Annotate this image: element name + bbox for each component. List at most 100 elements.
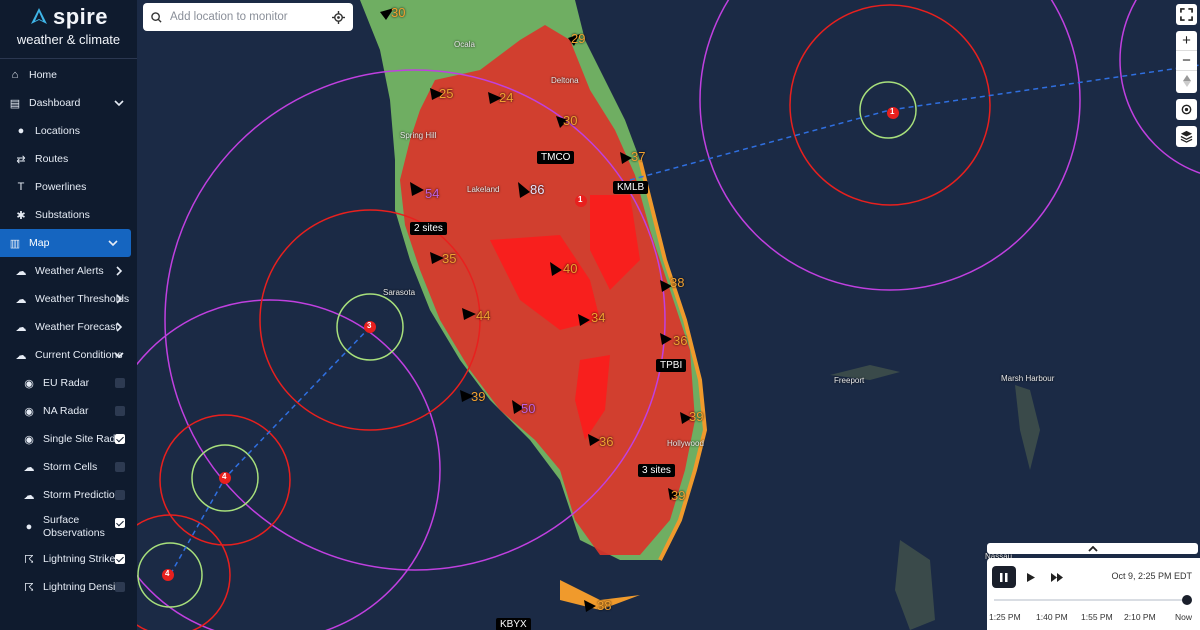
sidebar-item-routes[interactable]: ⇄ Routes xyxy=(0,145,137,173)
sidebar-item-current-conditions[interactable]: ☁ Current Conditions xyxy=(0,341,137,369)
storm-number: 29 xyxy=(571,31,586,46)
map-canvas[interactable]: 30 29 25 24 30 37 54 86 35 40 38 44 34 3… xyxy=(99,0,1200,630)
timeline-tick: Now xyxy=(1175,612,1193,622)
zoom-controls: + − xyxy=(1176,31,1197,93)
layer-checkbox[interactable] xyxy=(115,582,125,592)
sidebar-item-label: Lightning Density xyxy=(43,581,124,593)
sidebar-item-lightning-density[interactable]: ☈ Lightning Density xyxy=(0,573,137,601)
layer-checkbox[interactable] xyxy=(115,378,125,388)
sidebar-item-locations[interactable]: ● Locations xyxy=(0,117,137,145)
storm-number: 54 xyxy=(425,186,440,201)
timeline-track[interactable] xyxy=(994,599,1188,601)
spire-logo-icon xyxy=(30,8,47,24)
city-label: Lakeland xyxy=(467,185,500,194)
sidebar-item-eu-radar[interactable]: ◉ EU Radar xyxy=(0,369,137,397)
storm-number: 36 xyxy=(599,434,614,449)
sidebar-item-home[interactable]: ⌂ Home xyxy=(0,61,137,89)
radar-icon: ◉ xyxy=(24,405,34,418)
sidebar-item-weather-forecast[interactable]: ☁ Weather Forecast xyxy=(0,313,137,341)
powerline-icon: T xyxy=(17,181,25,193)
storm-number: 30 xyxy=(391,5,406,20)
play-button[interactable] xyxy=(1019,566,1043,588)
storm-number: 38 xyxy=(597,598,612,613)
play-icon xyxy=(1027,572,1035,582)
routes-icon: ⇄ xyxy=(16,153,26,166)
storm-number: 86 xyxy=(530,182,545,197)
radar-icon: ◉ xyxy=(24,377,34,390)
zoom-in-button[interactable]: + xyxy=(1176,31,1197,51)
site-label-2-sites[interactable]: 2 sites xyxy=(410,222,447,235)
sidebar-item-powerlines[interactable]: T Powerlines xyxy=(0,173,137,201)
fullscreen-button[interactable] xyxy=(1176,4,1197,25)
layer-checkbox[interactable] xyxy=(115,434,125,444)
storm-number: 30 xyxy=(563,113,578,128)
chevron-right-icon xyxy=(116,322,123,332)
chevron-down-icon xyxy=(114,352,124,359)
lightning-icon: ☈ xyxy=(24,553,34,566)
sidebar-item-label: Powerlines xyxy=(35,181,87,193)
layer-checkbox[interactable] xyxy=(115,554,125,564)
layer-checkbox[interactable] xyxy=(115,518,125,528)
lightning-icon: ☈ xyxy=(24,581,34,594)
sidebar-item-label: Weather Alerts xyxy=(35,265,104,277)
sidebar-divider xyxy=(0,58,137,59)
site-label-tpbi[interactable]: TPBI xyxy=(656,359,687,372)
city-label: Spring Hill xyxy=(400,131,437,140)
pause-button[interactable] xyxy=(992,566,1016,588)
sidebar-item-na-radar[interactable]: ◉ NA Radar xyxy=(0,397,137,425)
sidebar-item-surface-observations[interactable]: ● Surface Observations xyxy=(0,509,137,545)
site-label-kmlb[interactable]: KMLB xyxy=(613,181,649,194)
app-root: 30 29 25 24 30 37 54 86 35 40 38 44 34 3… xyxy=(0,0,1200,630)
marker-number: 1 xyxy=(890,107,895,116)
site-label-tmco[interactable]: TMCO xyxy=(537,151,575,164)
chevron-down-icon xyxy=(114,100,124,107)
brand-name: spire xyxy=(52,4,109,29)
sidebar-item-weather-thresholds[interactable]: ☁ Weather Thresholds xyxy=(0,285,137,313)
storm-prediction-icon: ☁ xyxy=(23,489,35,502)
storm-number: 39 xyxy=(671,488,686,503)
brand[interactable]: spire weather & climate xyxy=(0,0,137,56)
sidebar-item-lightning-strikes[interactable]: ☈ Lightning Strikes xyxy=(0,545,137,573)
layers-button[interactable] xyxy=(1176,126,1197,147)
sidebar-item-label: Single Site Radar xyxy=(43,433,125,445)
crosshair-icon[interactable] xyxy=(332,10,345,24)
home-icon: ⌂ xyxy=(11,69,19,81)
timeline-tick: 1:25 PM xyxy=(989,612,1021,622)
locate-button[interactable] xyxy=(1176,99,1197,120)
sidebar-item-dashboard[interactable]: ▤ Dashboard xyxy=(0,89,137,117)
storm-number: 25 xyxy=(439,86,454,101)
chevron-right-icon xyxy=(116,294,123,304)
fast-forward-button[interactable] xyxy=(1045,566,1069,588)
storm-number: 34 xyxy=(591,310,606,325)
compass-button[interactable] xyxy=(1176,71,1197,91)
sidebar-item-weather-alerts[interactable]: ☁ Weather Alerts xyxy=(0,257,137,285)
storm-number: 50 xyxy=(521,401,536,416)
storm-number: 40 xyxy=(563,261,578,276)
search-icon xyxy=(151,11,162,23)
sidebar-item-single-site-radar[interactable]: ◉ Single Site Radar xyxy=(0,425,137,453)
fullscreen-icon xyxy=(1180,8,1193,21)
sidebar-item-map[interactable]: ▥ Map xyxy=(0,229,131,257)
zoom-out-button[interactable]: − xyxy=(1176,51,1197,71)
layer-checkbox[interactable] xyxy=(115,490,125,500)
sidebar-item-storm-prediction[interactable]: ☁ Storm Prediction xyxy=(0,481,137,509)
timeline-handle[interactable] xyxy=(1182,595,1192,605)
fast-forward-icon xyxy=(1051,572,1063,582)
site-label-3-sites[interactable]: 3 sites xyxy=(638,464,675,477)
dashboard-icon: ▤ xyxy=(9,97,21,110)
plus-icon: + xyxy=(1182,32,1191,49)
timeline-panel: Oct 9, 2:25 PM EDT 1:25 PM 1:40 PM 1:55 … xyxy=(987,558,1200,630)
timeline-collapse-toggle[interactable] xyxy=(987,543,1198,554)
city-label: Hollywood xyxy=(667,439,704,448)
sidebar-item-label: NA Radar xyxy=(43,405,89,417)
storm-number: 36 xyxy=(673,333,688,348)
layer-checkbox[interactable] xyxy=(115,406,125,416)
layer-checkbox[interactable] xyxy=(115,462,125,472)
sidebar-item-storm-cells[interactable]: ☁ Storm Cells xyxy=(0,453,137,481)
marker-number: 4 xyxy=(222,472,227,481)
search-input[interactable]: Add location to monitor xyxy=(170,11,332,23)
location-search[interactable]: Add location to monitor xyxy=(143,3,353,31)
site-label-kbyx[interactable]: KBYX xyxy=(496,618,531,630)
sidebar-item-label: Dashboard xyxy=(29,97,81,109)
sidebar-item-substations[interactable]: ✱ Substations xyxy=(0,201,137,229)
